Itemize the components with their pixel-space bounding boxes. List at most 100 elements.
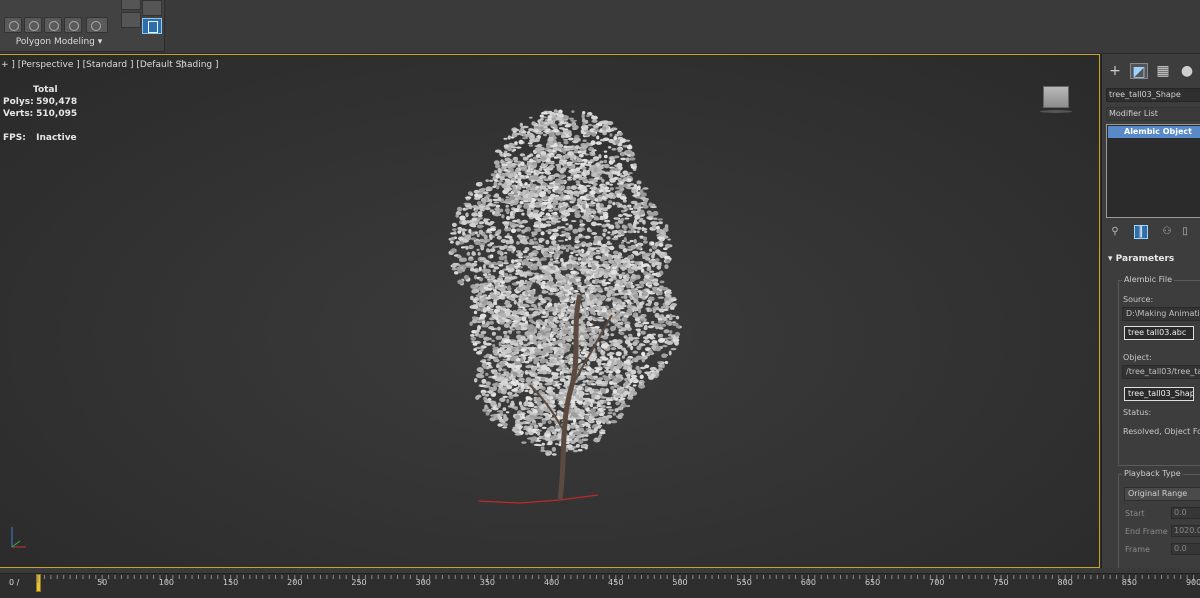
leaf bbox=[649, 270, 655, 273]
tree-model[interactable] bbox=[0, 55, 1100, 568]
leaf bbox=[551, 453, 557, 456]
leaf bbox=[534, 296, 540, 299]
modifier-list-dropdown[interactable]: Modifier List bbox=[1106, 107, 1200, 121]
create-icon[interactable]: + bbox=[1106, 63, 1124, 79]
ribbon-side-button-2[interactable] bbox=[142, 0, 162, 16]
leaf bbox=[564, 313, 568, 317]
leaf bbox=[638, 383, 644, 386]
leaf bbox=[594, 329, 599, 334]
leaf bbox=[568, 436, 575, 439]
ribbon-side-button-1[interactable] bbox=[121, 0, 141, 10]
polygon-tool-icon[interactable] bbox=[64, 17, 82, 33]
show-end-result-icon[interactable]: ║ bbox=[1134, 225, 1148, 239]
leaf bbox=[662, 344, 668, 348]
border-tool-icon[interactable] bbox=[44, 17, 62, 33]
element-tool-icon[interactable] bbox=[86, 17, 108, 33]
ribbon-side-button-3[interactable] bbox=[121, 12, 141, 28]
leaf bbox=[498, 410, 504, 413]
leaf bbox=[661, 287, 669, 291]
leaf bbox=[639, 189, 644, 194]
leaf bbox=[565, 233, 571, 238]
parameters-rollout-header[interactable]: ▾ Parameters bbox=[1102, 252, 1200, 266]
leaf bbox=[567, 162, 572, 167]
leaf bbox=[611, 319, 618, 323]
leaf bbox=[627, 223, 632, 227]
hierarchy-icon[interactable]: ▦ bbox=[1154, 63, 1172, 79]
leaf bbox=[614, 317, 620, 320]
leaf bbox=[531, 139, 538, 143]
edge-tool-icon[interactable] bbox=[24, 17, 42, 33]
remove-modifier-icon[interactable]: ▯ bbox=[1178, 225, 1192, 239]
modifier-stack-item-alembic-object[interactable]: Alembic Object bbox=[1108, 126, 1200, 138]
leaf bbox=[591, 394, 595, 399]
leaf bbox=[674, 331, 681, 337]
leaf bbox=[632, 163, 637, 167]
leaf bbox=[585, 280, 591, 285]
leaf bbox=[615, 307, 621, 311]
leaf bbox=[582, 178, 589, 183]
leaf bbox=[621, 224, 626, 229]
playback-type-dropdown[interactable]: Original Range bbox=[1124, 487, 1200, 501]
leaf bbox=[558, 366, 563, 370]
modify-mode-icon[interactable] bbox=[142, 18, 162, 34]
leaf bbox=[581, 158, 588, 162]
make-unique-icon[interactable]: ⚇ bbox=[1160, 225, 1174, 239]
object-select-field[interactable]: tree_tall03_Shape bbox=[1124, 387, 1194, 401]
vertex-tool-icon[interactable] bbox=[4, 17, 22, 33]
motion-icon[interactable]: ● bbox=[1178, 63, 1196, 79]
perspective-viewport[interactable]: + ] [Perspective ] [Standard ] [Default … bbox=[0, 54, 1100, 568]
leaf bbox=[581, 412, 586, 416]
leaf bbox=[537, 332, 541, 337]
start-spinner[interactable]: 0.0 bbox=[1171, 507, 1200, 519]
leaf bbox=[576, 400, 583, 404]
leaf bbox=[599, 413, 604, 417]
leaf bbox=[534, 275, 540, 280]
polygon-modeling-dropdown[interactable]: Polygon Modeling ▾ bbox=[0, 37, 118, 47]
leaf bbox=[661, 316, 668, 319]
leaf bbox=[482, 364, 488, 369]
modify-icon[interactable]: ◩ bbox=[1130, 63, 1148, 80]
modifier-stack[interactable]: Alembic Object bbox=[1106, 124, 1200, 218]
leaf bbox=[657, 296, 665, 299]
leaf bbox=[612, 367, 617, 372]
leaf bbox=[469, 245, 474, 249]
leaf bbox=[670, 298, 677, 302]
leaf bbox=[652, 308, 656, 314]
leaf bbox=[568, 137, 574, 141]
leaf bbox=[485, 381, 491, 386]
leaf bbox=[653, 301, 659, 307]
leaf bbox=[649, 342, 656, 346]
timeline[interactable]: 0 / 50 100 150 200 250 300 350 400 450 500 550 600 6… bbox=[0, 568, 1200, 598]
leaf bbox=[630, 260, 635, 264]
leaf bbox=[474, 274, 478, 280]
leaf bbox=[623, 391, 631, 395]
leaf bbox=[593, 427, 598, 432]
leaf bbox=[528, 298, 533, 300]
source-path-field[interactable]: D:\Making Animation\ bbox=[1122, 307, 1200, 321]
leaf bbox=[520, 336, 526, 341]
object-name-field[interactable]: tree_tall03_Shape bbox=[1106, 88, 1200, 102]
leaf bbox=[532, 263, 538, 268]
pin-stack-icon[interactable]: ⚲ bbox=[1108, 225, 1122, 239]
leaf bbox=[528, 144, 534, 147]
leaf bbox=[537, 432, 541, 436]
source-file-field[interactable]: tree tall03.abc bbox=[1124, 326, 1194, 340]
leaf bbox=[482, 273, 488, 276]
leaf bbox=[494, 233, 500, 236]
leaf bbox=[489, 179, 494, 182]
leaf bbox=[496, 185, 500, 190]
leaf bbox=[532, 366, 538, 370]
leaf bbox=[657, 361, 663, 364]
object-path-field[interactable]: /tree_tall03/tree_tall0 bbox=[1122, 365, 1200, 379]
leaf bbox=[482, 264, 486, 269]
leaf bbox=[624, 339, 631, 345]
leaf bbox=[602, 228, 608, 233]
leaf bbox=[602, 232, 606, 237]
leaf bbox=[627, 183, 631, 187]
leaf bbox=[554, 261, 561, 264]
leaf bbox=[476, 201, 482, 206]
end-frame-spinner[interactable]: 1020.0 bbox=[1171, 525, 1200, 537]
leaf bbox=[559, 120, 564, 125]
frame-spinner[interactable]: 0.0 bbox=[1171, 543, 1200, 555]
leaf bbox=[546, 332, 551, 338]
